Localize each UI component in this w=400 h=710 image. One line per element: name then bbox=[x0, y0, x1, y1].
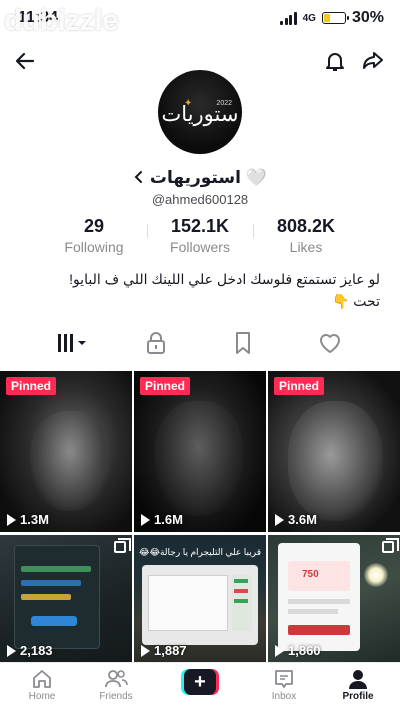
battery-percent: 30% bbox=[351, 9, 384, 26]
view-count: 3.6M bbox=[275, 512, 317, 527]
nav-label: Inbox bbox=[271, 691, 297, 702]
pinned-badge: Pinned bbox=[274, 377, 325, 395]
video-tile[interactable]: Pinned 1.3M bbox=[0, 371, 132, 532]
play-icon bbox=[141, 513, 150, 526]
stat-label: Following bbox=[64, 239, 124, 255]
tab-private[interactable] bbox=[136, 326, 176, 360]
nav-profile[interactable]: Profile bbox=[328, 667, 388, 702]
signal-icon bbox=[280, 11, 297, 25]
bio-line: تحت 👇 bbox=[331, 293, 380, 309]
view-count-text: 1,860 bbox=[288, 643, 321, 658]
video-tile[interactable]: Pinned 3.6M bbox=[268, 371, 400, 532]
video-thumbnail bbox=[154, 401, 244, 516]
inbox-icon bbox=[254, 667, 314, 691]
play-icon bbox=[7, 513, 16, 526]
video-caption: قريبا علي التليجرام يا رجالة😂😂 bbox=[138, 547, 262, 557]
view-count: 2,183 bbox=[7, 643, 53, 658]
view-count-text: 2,183 bbox=[20, 643, 53, 658]
video-thumbnail bbox=[142, 565, 258, 645]
profile-name: استوريهات 🤍 bbox=[149, 168, 267, 187]
video-thumbnail bbox=[30, 411, 110, 511]
stat-label: Followers bbox=[170, 239, 230, 255]
stat-followers[interactable]: 152.1K Followers bbox=[147, 216, 253, 255]
bell-icon[interactable] bbox=[320, 46, 350, 76]
dubizzle-watermark: dubizzle bbox=[4, 4, 119, 38]
play-icon bbox=[275, 644, 284, 657]
plus-icon: + bbox=[184, 669, 216, 695]
stat-value: 29 bbox=[83, 216, 105, 236]
lock-icon bbox=[147, 332, 165, 354]
view-count: 1.3M bbox=[7, 512, 49, 527]
status-icons: 4G 30% bbox=[280, 9, 384, 27]
profile-name-row[interactable]: استوريهات 🤍 bbox=[0, 168, 400, 189]
view-count: 1.6M bbox=[141, 512, 183, 527]
video-tile[interactable]: قريبا علي التليجرام يا رجالة😂😂 1,887 bbox=[134, 535, 266, 663]
tab-videos[interactable] bbox=[52, 326, 92, 360]
video-tile[interactable]: 2,183 bbox=[0, 535, 132, 663]
bottom-nav: Home Friends + Inbox Profile bbox=[0, 662, 400, 710]
video-thumbnail: 750 bbox=[278, 543, 360, 651]
content-tabs bbox=[0, 326, 400, 364]
stat-likes[interactable]: 808.2K Likes bbox=[253, 216, 359, 255]
avatar-text: ستوريات bbox=[161, 102, 239, 126]
create-button[interactable]: + bbox=[181, 669, 219, 695]
tab-bookmarks[interactable] bbox=[223, 326, 263, 360]
chevron-left-icon bbox=[133, 169, 145, 189]
bio: لو عايز تستمتع فلوسك ادخل علي اللينك الل… bbox=[20, 268, 380, 312]
light-glare bbox=[364, 563, 388, 587]
pinned-badge: Pinned bbox=[140, 377, 191, 395]
battery-icon bbox=[321, 12, 349, 24]
play-icon bbox=[7, 644, 16, 657]
video-grid: Pinned 1.3M Pinned 1.6M Pinned 3.6M 2,18… bbox=[0, 371, 400, 663]
avatar[interactable]: ✦ 2022 ستوريات bbox=[158, 70, 242, 154]
profile-icon bbox=[328, 667, 388, 691]
view-count-text: 1.6M bbox=[154, 512, 183, 527]
share-icon[interactable] bbox=[358, 46, 388, 76]
nav-label: Profile bbox=[342, 691, 374, 702]
carousel-icon bbox=[382, 538, 399, 553]
friends-icon bbox=[86, 667, 146, 691]
stats-row: 29 Following 152.1K Followers 808.2K Lik… bbox=[0, 216, 400, 255]
heart-icon bbox=[320, 334, 340, 353]
nav-label: Home bbox=[28, 691, 56, 702]
view-count-text: 1.3M bbox=[20, 512, 49, 527]
video-thumbnail bbox=[14, 545, 100, 649]
play-icon bbox=[275, 513, 284, 526]
pinned-badge: Pinned bbox=[6, 377, 57, 395]
video-thumbnail bbox=[288, 401, 383, 521]
video-tile[interactable]: 750 1,860 bbox=[268, 535, 400, 663]
view-count-text: 3.6M bbox=[288, 512, 317, 527]
grid-icon bbox=[58, 334, 86, 352]
view-count-text: 1,887 bbox=[154, 643, 187, 658]
watermark-text: dubizzle bbox=[4, 4, 119, 37]
nav-friends[interactable]: Friends bbox=[86, 667, 146, 702]
username: @ahmed600128 bbox=[151, 192, 249, 207]
stat-label: Likes bbox=[289, 239, 323, 255]
bookmark-icon bbox=[236, 332, 250, 354]
bio-line: لو عايز تستمتع فلوسك ادخل علي اللينك الل… bbox=[69, 271, 380, 287]
tab-liked[interactable] bbox=[310, 326, 350, 360]
nav-label: Friends bbox=[99, 691, 133, 702]
carousel-icon bbox=[114, 538, 131, 553]
network-label: 4G bbox=[302, 12, 316, 24]
back-arrow-icon[interactable] bbox=[10, 46, 40, 76]
view-count: 1,860 bbox=[275, 643, 321, 658]
view-count: 1,887 bbox=[141, 643, 187, 658]
video-tile[interactable]: Pinned 1.6M bbox=[134, 371, 266, 532]
stat-value: 152.1K bbox=[170, 216, 230, 236]
nav-home[interactable]: Home bbox=[12, 667, 72, 702]
stat-value: 808.2K bbox=[276, 216, 336, 236]
stat-following[interactable]: 29 Following bbox=[41, 216, 147, 255]
nav-inbox[interactable]: Inbox bbox=[254, 667, 314, 702]
play-icon bbox=[141, 644, 150, 657]
home-icon bbox=[12, 667, 72, 691]
